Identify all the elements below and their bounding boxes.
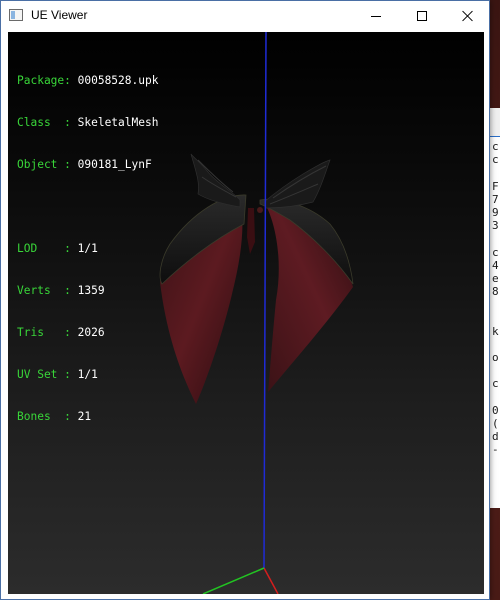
info-verts-row: Verts : 1359 <box>17 284 105 297</box>
right-wing-ornament <box>263 159 331 209</box>
background-text-line: c <box>492 153 499 167</box>
background-text-line <box>492 311 500 324</box>
background-text-line: 8 <box>492 285 499 299</box>
info-bones-row: Bones : 21 <box>17 410 92 423</box>
background-text-line <box>492 338 500 351</box>
info-class-row: Class : SkeletalMesh <box>17 116 159 129</box>
left-wing-ornament <box>190 153 241 208</box>
background-window-header <box>489 108 500 137</box>
ue-viewer-window: UE Viewer Package: 00058528.upk Class: … <box>0 0 490 600</box>
info-package-row: Package: 00058528.upk <box>17 74 159 87</box>
background-text-line: 0 <box>492 403 499 417</box>
background-text-line <box>492 391 500 404</box>
background-text-line <box>492 364 500 377</box>
background-text-line: c <box>492 140 499 153</box>
close-button[interactable] <box>445 1 491 31</box>
maximize-icon <box>417 11 427 21</box>
x-axis-line <box>263 567 279 594</box>
title-bar[interactable]: UE Viewer <box>1 1 489 31</box>
background-text-line: 9 <box>492 205 499 219</box>
info-uvset-row: UV Set : 1/1 <box>17 368 98 381</box>
background-text-line <box>492 166 500 179</box>
background-text-line: e <box>492 271 499 285</box>
maximize-button[interactable] <box>399 1 445 31</box>
background-text-line: F <box>492 179 499 193</box>
info-lod-row: LOD : 1/1 <box>17 242 98 255</box>
background-text-line: d <box>492 430 499 444</box>
3d-viewport[interactable]: Package: 00058528.upk Class : SkeletalMe… <box>8 32 484 594</box>
background-text-line: 4 <box>492 258 499 272</box>
background-text-line: - <box>492 443 499 457</box>
background-text-line: ( <box>492 416 499 430</box>
minimize-button[interactable] <box>353 1 399 31</box>
close-icon <box>462 10 474 22</box>
window-title: UE Viewer <box>31 8 88 22</box>
minimize-icon <box>371 15 381 17</box>
background-text-line: k <box>492 324 499 338</box>
app-window-icon <box>9 9 23 21</box>
background-text-line <box>492 298 500 311</box>
z-axis-line <box>202 567 265 594</box>
background-window-text: c c F 7 9 3 c 4 e 8 k o c 0(d - <box>492 140 500 457</box>
info-object-row: Object : 090181_LynF <box>17 158 152 171</box>
mesh-info-overlay: Package: 00058528.upk Class : SkeletalMe… <box>17 46 158 452</box>
info-tris-row: Tris : 2026 <box>17 326 105 339</box>
background-text-line: c <box>492 377 499 391</box>
background-text-line: 7 <box>492 192 499 206</box>
background-text-line: o <box>492 351 499 364</box>
background-text-line: c <box>492 245 499 259</box>
cape-clasp <box>247 208 255 254</box>
background-text-line <box>492 232 500 245</box>
y-axis-line <box>263 32 267 569</box>
background-text-line: 3 <box>492 219 499 233</box>
